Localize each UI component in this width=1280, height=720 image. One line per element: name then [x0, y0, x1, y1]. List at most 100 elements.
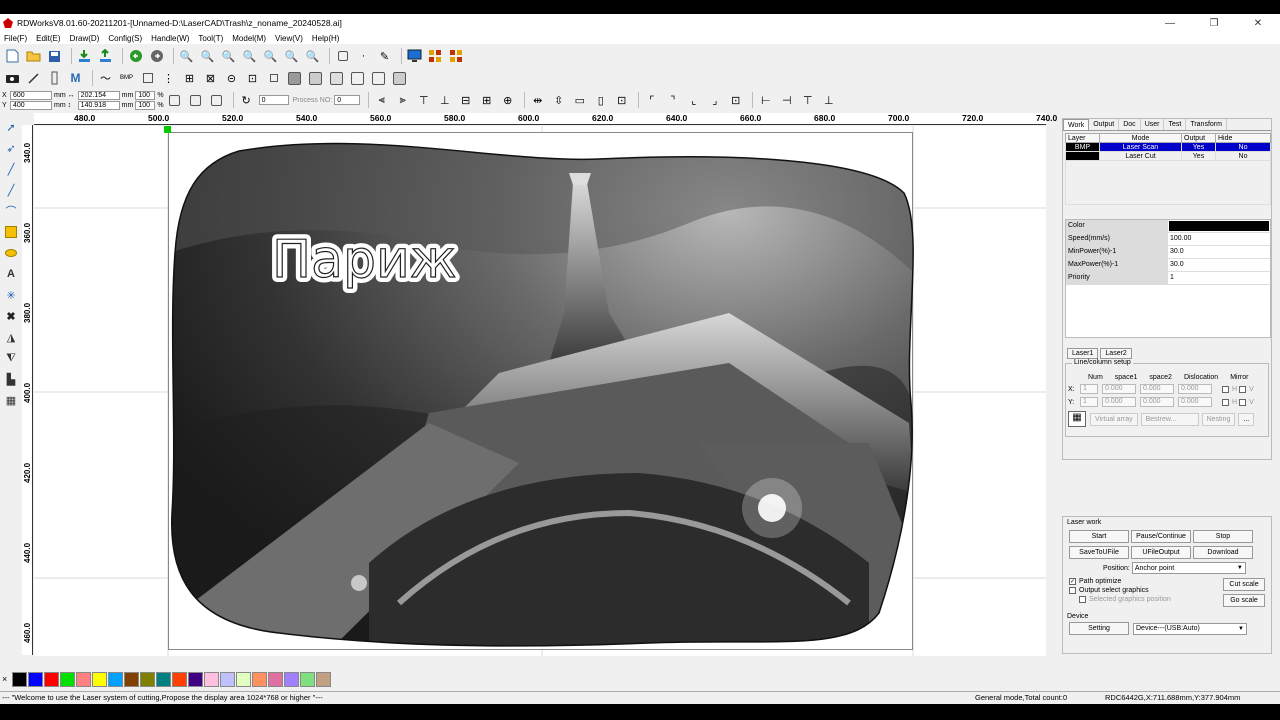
more-button[interactable]: ...: [1238, 412, 1255, 426]
y-dislocation-input[interactable]: 0.000: [1178, 397, 1212, 407]
menu-edit[interactable]: Edit(E): [36, 34, 60, 43]
rectangle-icon[interactable]: [139, 70, 156, 87]
color-swatch[interactable]: [108, 671, 123, 687]
prop-maxpower-value[interactable]: 30.0: [1168, 259, 1270, 271]
go-scale-button[interactable]: Go scale: [1223, 594, 1265, 607]
x-num-input[interactable]: 1: [1080, 384, 1098, 394]
lock-ratio-icon[interactable]: [166, 92, 183, 109]
layer-row[interactable]: Laser Cut Yes No: [1065, 151, 1271, 161]
distribute-h-icon[interactable]: ⇹: [529, 92, 546, 109]
nesting-button[interactable]: Nesting: [1201, 412, 1236, 426]
cut-scale-button[interactable]: Cut scale: [1223, 578, 1265, 591]
setting-button[interactable]: Setting: [1069, 622, 1129, 635]
output-select-check[interactable]: Output select graphics: [1069, 587, 1223, 594]
x-mirror-h-check[interactable]: H: [1222, 385, 1237, 393]
color-swatch[interactable]: [124, 671, 139, 687]
crop-icon[interactable]: ⊡: [244, 70, 261, 87]
undo-icon[interactable]: [127, 48, 144, 65]
color-swatch[interactable]: [44, 671, 59, 687]
text-tool-icon[interactable]: A: [3, 266, 19, 282]
path-optimize-check[interactable]: ✓ Path optimize: [1069, 578, 1223, 585]
smooth-icon[interactable]: ✎: [376, 48, 393, 65]
layer-hide[interactable]: No: [1215, 151, 1271, 161]
height-input[interactable]: [77, 100, 120, 110]
redo-icon[interactable]: [148, 48, 165, 65]
array-copy-icon[interactable]: [448, 48, 465, 65]
menu-file[interactable]: File(F): [4, 34, 27, 43]
color-swatch[interactable]: [28, 671, 43, 687]
rectangle-tool-icon[interactable]: [3, 224, 19, 240]
node-edit-icon[interactable]: ⋮: [160, 70, 177, 87]
menu-config[interactable]: Config(S): [108, 34, 142, 43]
stop-button[interactable]: Stop: [1193, 530, 1253, 543]
distribute-v-icon[interactable]: ⇳: [550, 92, 567, 109]
y-space2-input[interactable]: 0.000: [1140, 397, 1174, 407]
layer-row[interactable]: BMP Laser Scan Yes No: [1065, 142, 1271, 152]
y-space1-input[interactable]: 0.000: [1102, 397, 1136, 407]
menu-handle[interactable]: Handle(W): [151, 34, 189, 43]
width-input[interactable]: [77, 90, 120, 100]
color-swatch[interactable]: [236, 671, 251, 687]
align-left-icon[interactable]: ⫷: [373, 92, 390, 109]
horizontal-scrollbar[interactable]: [34, 656, 1046, 666]
align-bottom-icon[interactable]: ⊥: [436, 92, 453, 109]
ufile-output-button[interactable]: UFileOutput: [1131, 546, 1191, 559]
layer-mode[interactable]: Laser Scan: [1099, 142, 1182, 152]
tab-work[interactable]: Work: [1063, 119, 1090, 130]
prop-minpower-value[interactable]: 30.0: [1168, 246, 1270, 258]
prop-color-value[interactable]: [1169, 221, 1269, 231]
menu-draw[interactable]: Draw(D): [70, 34, 100, 43]
export-icon[interactable]: [97, 48, 114, 65]
rotate-input[interactable]: [258, 95, 289, 105]
eiffel-tower-image[interactable]: Париж Париж: [169, 133, 914, 651]
color-swatch[interactable]: [156, 671, 171, 687]
edge-right-icon[interactable]: ⊣: [778, 92, 795, 109]
rotate-icon[interactable]: ↻: [238, 92, 255, 109]
same-height-icon[interactable]: ▯: [592, 92, 609, 109]
color-swatch[interactable]: [60, 671, 75, 687]
check-icon[interactable]: [328, 70, 345, 87]
tab-doc[interactable]: Doc: [1119, 119, 1141, 130]
camera-icon[interactable]: [4, 70, 21, 87]
x-space2-input[interactable]: 0.000: [1140, 384, 1174, 394]
color-swatch[interactable]: [300, 671, 315, 687]
save-icon[interactable]: [46, 48, 63, 65]
tab-test[interactable]: Test: [1164, 119, 1187, 130]
array-grid-icon[interactable]: ▦: [1068, 411, 1086, 427]
virtual-array-button[interactable]: Virtual array: [1090, 412, 1138, 426]
grid-lock-icon[interactable]: [187, 92, 204, 109]
color-swatch[interactable]: [252, 671, 267, 687]
tab-user[interactable]: User: [1140, 119, 1165, 130]
text-m-icon[interactable]: M: [67, 70, 84, 87]
width-percent-input[interactable]: [135, 90, 156, 100]
color-swatch[interactable]: [12, 671, 27, 687]
corner-tr-icon[interactable]: ⌝: [664, 92, 681, 109]
x-dislocation-input[interactable]: 0.000: [1178, 384, 1212, 394]
menu-help[interactable]: Help(H): [312, 34, 340, 43]
open-folder-icon[interactable]: [25, 48, 42, 65]
position-select[interactable]: Anchor point ▼: [1131, 562, 1246, 574]
align-hcenter-icon[interactable]: ⊟: [457, 92, 474, 109]
no-color-icon[interactable]: ×: [2, 674, 12, 684]
y-num-input[interactable]: 1: [1080, 397, 1098, 407]
x-input[interactable]: [10, 90, 52, 100]
import-icon[interactable]: [76, 48, 93, 65]
y-mirror-h-check[interactable]: H: [1222, 398, 1237, 406]
menu-model[interactable]: Model(M): [232, 34, 266, 43]
align-top-icon[interactable]: ⊤: [415, 92, 432, 109]
color-swatch[interactable]: [92, 671, 107, 687]
vertical-scrollbar[interactable]: [1046, 126, 1056, 656]
mirror-h-icon[interactable]: ◮: [3, 329, 19, 345]
download-button[interactable]: Download: [1193, 546, 1253, 559]
edge-left-icon[interactable]: ⊢: [757, 92, 774, 109]
prop-speed-value[interactable]: 100.00: [1168, 233, 1270, 245]
zoom-icon[interactable]: 🔍: [178, 48, 195, 65]
color-swatch[interactable]: [220, 671, 235, 687]
dot-tool-icon[interactable]: ✳: [3, 287, 19, 303]
prop-priority-value[interactable]: 1: [1168, 272, 1270, 284]
device-select[interactable]: Device---(USB:Auto) ▼: [1133, 622, 1247, 635]
frame-icon[interactable]: [334, 48, 351, 65]
array-icon[interactable]: [427, 48, 444, 65]
zoom-page-icon[interactable]: 🔍: [241, 48, 258, 65]
process-no-input[interactable]: [334, 95, 361, 105]
